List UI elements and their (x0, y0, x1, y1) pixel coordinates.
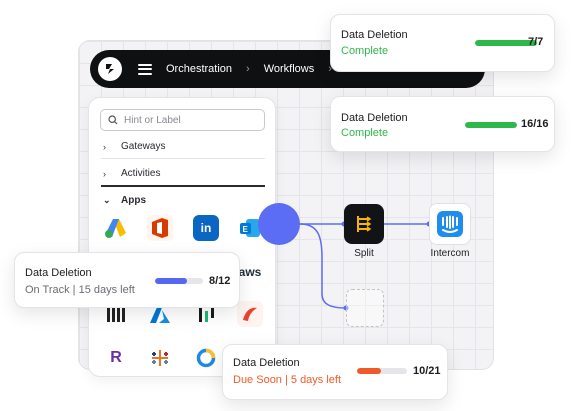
card-title: Data Deletion (25, 267, 92, 279)
microsoft-office-icon[interactable] (147, 215, 173, 241)
split-icon (357, 216, 372, 232)
progress-fill (155, 278, 188, 284)
chevron-right-icon: › (103, 168, 106, 179)
card-count: 10/21 (413, 365, 441, 377)
status-card-on-track[interactable]: Data Deletion On Track | 15 days left 8/… (14, 252, 240, 308)
card-count: 7/7 (528, 36, 544, 48)
status-card-complete-2[interactable]: Data Deletion Complete 16/16 (330, 96, 555, 152)
empty-node-placeholder[interactable] (346, 289, 384, 327)
component-panel: › Gateways › Activities ⌄ Apps in (88, 97, 276, 377)
section-apps[interactable]: ⌄ Apps (103, 195, 146, 206)
card-status: On Track | 15 days left (25, 284, 135, 296)
section-gateways[interactable]: › Gateways (103, 141, 165, 152)
split-node-label: Split (354, 248, 374, 259)
card-count: 8/12 (209, 275, 231, 287)
card-title: Data Deletion (233, 357, 300, 369)
section-label: Activities (121, 168, 161, 179)
search-box[interactable] (100, 109, 265, 131)
connector-to-empty (299, 223, 347, 309)
progress-bar (357, 368, 407, 374)
amazon-aws-icon[interactable]: aws (237, 259, 263, 285)
app-icon[interactable]: R (103, 345, 129, 371)
google-ads-icon[interactable] (103, 215, 129, 241)
card-status: Complete (341, 45, 389, 57)
status-card-complete-1[interactable]: Data Deletion Complete 7/7 (330, 14, 555, 72)
intercom-node[interactable] (429, 203, 471, 245)
card-title: Data Deletion (341, 29, 408, 41)
search-input[interactable] (124, 114, 254, 126)
progress-bar (155, 278, 203, 284)
card-count: 16/16 (521, 118, 549, 130)
chevron-down-icon: ⌄ (103, 195, 111, 205)
status-card-due-soon[interactable]: Data Deletion Due Soon | 5 days left 10/… (222, 344, 448, 400)
tableau-icon[interactable] (147, 345, 173, 371)
section-label: Gateways (121, 141, 166, 152)
intercom-node-label: Intercom (430, 248, 470, 259)
app-icon[interactable] (193, 345, 219, 371)
card-status: Complete (341, 127, 389, 139)
progress-bar (465, 122, 517, 128)
breadcrumb-workflows[interactable]: Workflows (264, 63, 315, 75)
chevron-right-icon: › (103, 141, 106, 152)
card-title: Data Deletion (341, 112, 408, 124)
divider (101, 158, 265, 159)
menu-icon[interactable] (138, 63, 152, 75)
split-node[interactable] (344, 204, 384, 244)
progress-fill (357, 368, 381, 374)
app-logo-icon[interactable] (98, 57, 122, 81)
intercom-icon (437, 211, 463, 237)
chevron-right-icon: › (246, 63, 250, 75)
divider (101, 185, 265, 187)
section-activities[interactable]: › Activities (103, 168, 160, 179)
aws-logo-text: aws (238, 265, 262, 279)
progress-fill (465, 122, 517, 128)
section-label: Apps (121, 195, 146, 206)
app-icon[interactable] (237, 301, 263, 327)
card-status: Due Soon | 5 days left (233, 374, 342, 386)
svg-text:E: E (243, 225, 249, 234)
search-icon (108, 115, 118, 125)
breadcrumb-orchestration[interactable]: Orchestration (166, 63, 232, 75)
trigger-node[interactable] (258, 203, 300, 245)
linkedin-icon[interactable]: in (193, 215, 219, 241)
